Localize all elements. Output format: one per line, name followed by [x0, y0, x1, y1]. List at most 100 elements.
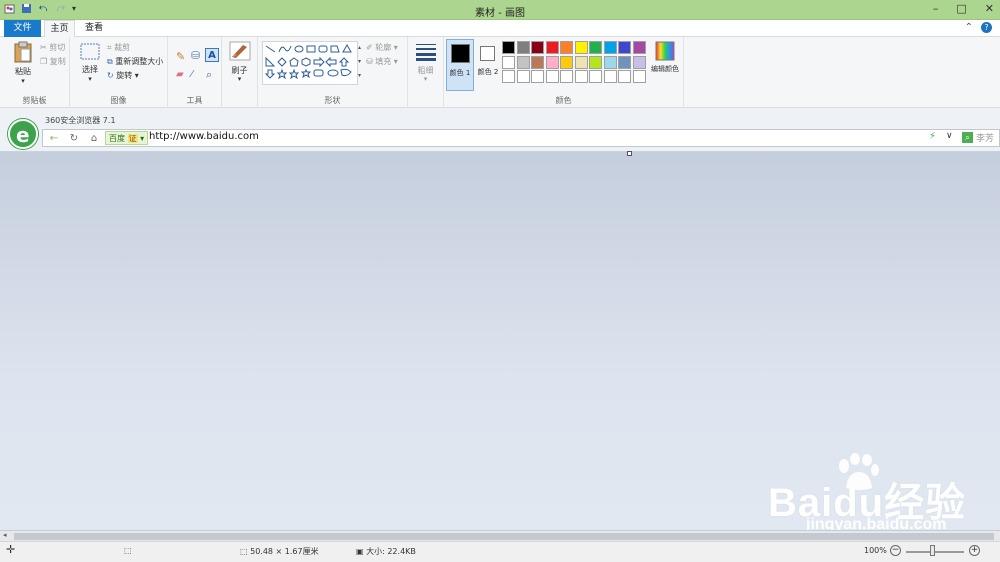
paste-icon: [14, 41, 32, 63]
select-icon: [80, 43, 100, 60]
ribbon-tabs: 文件 主页 查看: [0, 20, 1000, 38]
magnifier-icon[interactable]: ⌕: [206, 68, 212, 82]
search-engine-selector[interactable]: 百度 证 ▾: [105, 131, 149, 145]
palette-swatch[interactable]: [618, 70, 631, 83]
palette-swatch[interactable]: [603, 70, 617, 83]
resize-button[interactable]: ⧉ 重新调整大小: [107, 56, 163, 67]
palette-swatch[interactable]: [589, 55, 602, 69]
fill-bucket-icon[interactable]: ⛁: [191, 49, 200, 62]
palette-swatch[interactable]: [516, 70, 530, 83]
image-group-label: 图像: [110, 96, 127, 105]
canvas-resize-handle[interactable]: [627, 151, 632, 156]
palette-swatch[interactable]: [560, 55, 573, 69]
color2-swatch: [480, 46, 495, 61]
palette-swatch[interactable]: [560, 41, 573, 54]
palette-swatch[interactable]: [574, 55, 588, 69]
brushes-group[interactable]: 刷子 ▾: [222, 37, 258, 108]
eraser-icon[interactable]: ▰: [176, 69, 184, 80]
palette-swatch[interactable]: [502, 55, 515, 69]
palette-swatch[interactable]: [603, 41, 617, 54]
close-button[interactable]: ✕: [985, 2, 994, 15]
tab-home[interactable]: 主页: [44, 20, 75, 38]
horizontal-scrollbar[interactable]: ◂: [0, 530, 1000, 541]
cut-button[interactable]: ✂ 剪切: [40, 42, 65, 53]
select-button[interactable]: 选择 ▾: [78, 43, 102, 83]
tools-group: ✎ ⛁ A ▰ ⁄ ⌕ 工具: [168, 37, 222, 108]
address-bar[interactable]: http://www.baidu.com: [149, 131, 259, 142]
palette-swatch[interactable]: [531, 70, 544, 83]
palette-swatch[interactable]: [603, 55, 617, 69]
palette-swatch[interactable]: [502, 70, 515, 83]
color1-button[interactable]: 颜色 1: [446, 39, 474, 91]
palette-swatch[interactable]: [632, 55, 646, 69]
window-controls: – □ ✕: [933, 2, 994, 15]
shapes-gallery[interactable]: [262, 41, 358, 85]
colors-group: 颜色 1 颜色 2 编辑颜色 颜色: [444, 37, 684, 108]
scroll-thumb[interactable]: [14, 533, 994, 540]
speed-mode-icon[interactable]: ⚡: [929, 131, 936, 142]
palette-swatch[interactable]: [589, 41, 602, 54]
palette-swatch[interactable]: [632, 41, 646, 54]
palette-swatch[interactable]: [574, 41, 588, 54]
baidu-jingyan-watermark: Baidu经验 jingyan.baidu.com: [760, 452, 970, 542]
maximize-button[interactable]: □: [956, 2, 966, 15]
fill-button[interactable]: ⛁ 填充 ▾: [366, 56, 398, 67]
text-tool-icon[interactable]: A: [205, 48, 219, 62]
back-icon[interactable]: ←: [47, 132, 61, 145]
paste-button[interactable]: 粘贴 ▾: [10, 41, 36, 85]
select-dropdown-icon[interactable]: ▾: [78, 75, 102, 83]
palette-swatch[interactable]: [545, 70, 559, 83]
zoom-slider-thumb[interactable]: [930, 545, 935, 556]
rotate-icon: ↻: [107, 71, 114, 80]
paste-dropdown-icon[interactable]: ▾: [10, 77, 36, 85]
dimensions-icon: ⬚: [240, 547, 248, 556]
clipboard-group: 粘贴 ▾ ✂ 剪切 ❐ 复制 剪贴板: [0, 37, 70, 108]
palette-swatch[interactable]: [632, 70, 646, 83]
palette-swatch[interactable]: [516, 55, 530, 69]
home-icon[interactable]: ⌂: [87, 132, 101, 145]
color2-button[interactable]: 颜色 2: [475, 39, 501, 91]
palette-swatch[interactable]: [589, 70, 602, 83]
minimize-button[interactable]: –: [933, 2, 939, 15]
size-group[interactable]: 粗细 ▾: [408, 37, 444, 108]
tools-group-label: 工具: [186, 96, 203, 105]
tab-file[interactable]: 文件: [4, 20, 41, 37]
colors-group-label: 颜色: [555, 96, 572, 105]
search-icon[interactable]: ⌕: [962, 132, 973, 143]
palette-swatch[interactable]: [516, 41, 530, 54]
zoom-in-button[interactable]: +: [969, 545, 980, 556]
palette-swatch[interactable]: [502, 41, 515, 54]
shapes-scroll[interactable]: ▴ ▾ ▾: [358, 41, 364, 83]
palette-swatch[interactable]: [531, 41, 544, 54]
clipboard-group-label: 剪贴板: [22, 96, 47, 105]
color-picker-icon[interactable]: ⁄: [191, 69, 193, 80]
outline-icon: ✐: [366, 43, 373, 52]
palette-swatch[interactable]: [574, 70, 588, 83]
url-dropdown-icon[interactable]: ∨: [946, 131, 953, 141]
palette-swatch[interactable]: [545, 55, 559, 69]
palette-swatch[interactable]: [560, 70, 573, 83]
refresh-icon[interactable]: ↻: [67, 132, 81, 145]
outline-button[interactable]: ✐ 轮廓 ▾: [366, 42, 398, 53]
copy-button[interactable]: ❐ 复制: [40, 56, 66, 67]
scroll-left-icon[interactable]: ◂: [3, 531, 7, 539]
crop-button[interactable]: ⌗ 裁剪: [107, 42, 130, 53]
brushes-dropdown-icon[interactable]: ▾: [222, 75, 257, 83]
pencil-icon[interactable]: ✎: [176, 50, 185, 63]
palette-swatch[interactable]: [618, 41, 631, 54]
disk-icon: ▣: [356, 547, 364, 556]
palette-swatch[interactable]: [545, 41, 559, 54]
help-icon[interactable]: ?: [981, 22, 992, 33]
scissors-icon: ✂: [40, 43, 47, 52]
shapes-group-label: 形状: [324, 96, 341, 105]
palette-swatch[interactable]: [531, 55, 544, 69]
rotate-button[interactable]: ↻ 旋转 ▾: [107, 70, 139, 81]
color1-swatch: [451, 44, 470, 63]
tab-view[interactable]: 查看: [80, 20, 108, 37]
edit-colors-button[interactable]: 编辑颜色: [648, 41, 682, 74]
zoom-out-button[interactable]: −: [890, 545, 901, 556]
browser-address-row: ← ↻ ⌂ 百度 证 ▾ http://www.baidu.com ⚡ ∨ ⌕ …: [42, 129, 1000, 147]
collapse-ribbon-icon[interactable]: ⌃: [965, 22, 973, 33]
palette-swatch[interactable]: [618, 55, 631, 69]
zoom-slider-track[interactable]: [906, 551, 964, 553]
